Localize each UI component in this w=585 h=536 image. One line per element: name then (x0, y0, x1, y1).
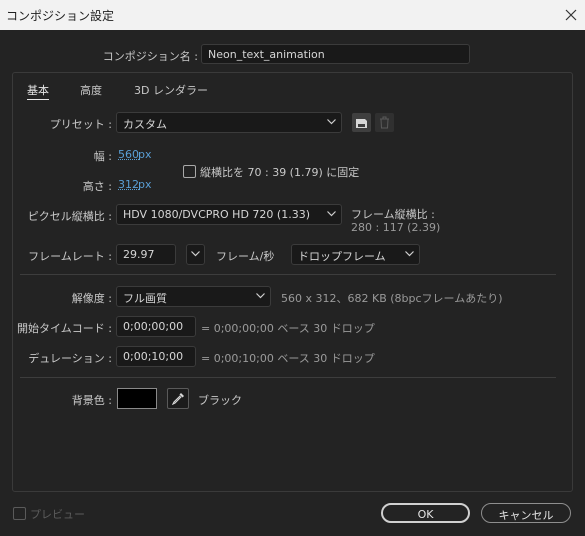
height-label: 高さ : (82, 180, 112, 193)
pixel-aspect-label: ピクセル縦横比 : (27, 210, 112, 223)
drop-frame-dropdown[interactable]: ドロップフレーム (291, 244, 420, 265)
start-timecode-info: = 0;00;00;00 ベース 30 ドロップ (201, 322, 375, 335)
eyedropper-icon (172, 393, 184, 405)
frame-rate-unit: フレーム/秒 (216, 250, 275, 263)
cancel-button[interactable]: キャンセル (481, 503, 571, 523)
tab-basic[interactable]: 基本 (27, 82, 49, 100)
resolution-dropdown[interactable]: フル画質 (116, 286, 271, 307)
separator (20, 377, 556, 378)
start-timecode-label: 開始タイムコード : (17, 322, 112, 335)
chevron-down-icon (191, 251, 200, 257)
preset-label: プリセット : (49, 118, 112, 131)
resolution-info: 560 x 312、682 KB (8bpcフレームあたり) (281, 292, 503, 305)
comp-name-label: コンポジション名 : (102, 50, 198, 63)
frame-rate-input[interactable]: 29.97 (116, 244, 176, 265)
duration-info: = 0;00;10;00 ベース 30 ドロップ (201, 352, 375, 365)
aspect-lock-label: 縦横比を 70 : 39 (1.79) に固定 (200, 166, 360, 179)
close-icon[interactable] (562, 6, 580, 24)
start-timecode-input[interactable]: 0;00;00;00 (116, 316, 196, 337)
title-bar: コンポジション設定 (0, 0, 585, 30)
trash-icon (380, 116, 389, 129)
chevron-down-icon (405, 251, 414, 257)
comp-name-input[interactable]: Neon_text_animation (201, 44, 470, 64)
pixel-aspect-value: HDV 1080/DVCPRO HD 720 (1.33) (123, 208, 310, 221)
duration-label: デュレーション : (28, 352, 112, 365)
aspect-lock-checkbox[interactable] (183, 165, 196, 178)
preview-label: プレビュー (30, 508, 85, 521)
frame-rate-label: フレームレート : (28, 250, 112, 263)
background-color-name: ブラック (198, 394, 242, 407)
width-label: 幅 : (93, 150, 112, 163)
save-preset-icon (356, 119, 367, 128)
width-unit: px (138, 148, 152, 161)
frame-rate-presets-dropdown[interactable] (186, 244, 205, 265)
height-value[interactable]: 312 (118, 178, 139, 191)
drop-frame-value: ドロップフレーム (298, 250, 386, 263)
separator (20, 274, 556, 275)
save-preset-button[interactable] (352, 113, 371, 132)
duration-input[interactable]: 0;00;10;00 (116, 346, 196, 367)
preset-value: カスタム (123, 118, 167, 131)
settings-panel (12, 72, 573, 492)
frame-aspect-label: フレーム縦横比 : (351, 208, 435, 221)
pixel-aspect-dropdown[interactable]: HDV 1080/DVCPRO HD 720 (1.33) (116, 204, 342, 225)
height-unit: px (138, 178, 152, 191)
width-value[interactable]: 560 (118, 148, 139, 161)
background-color-label: 背景色 : (71, 394, 112, 407)
delete-preset-button[interactable] (375, 113, 394, 132)
eyedropper-button[interactable] (167, 388, 189, 409)
preset-dropdown[interactable]: カスタム (116, 112, 342, 133)
frame-aspect-value: 280 : 117 (2.39) (351, 221, 441, 234)
chevron-down-icon (256, 293, 265, 299)
background-color-swatch[interactable] (117, 388, 157, 409)
chevron-down-icon (327, 119, 336, 125)
ok-button[interactable]: OK (381, 503, 470, 523)
resolution-label: 解像度 : (71, 292, 112, 305)
tab-advanced[interactable]: 高度 (80, 82, 102, 98)
resolution-value: フル画質 (123, 292, 167, 305)
chevron-down-icon (327, 211, 336, 217)
window-title: コンポジション設定 (6, 9, 115, 23)
tab-3d-renderer[interactable]: 3D レンダラー (134, 82, 208, 98)
preview-checkbox[interactable] (13, 507, 26, 520)
